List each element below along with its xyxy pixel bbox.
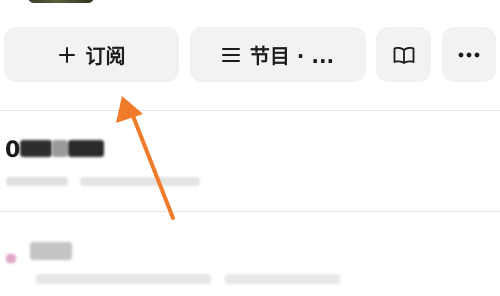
episode-meta-redacted — [225, 274, 340, 284]
episode-title-redacted — [30, 242, 72, 260]
episode-title-redacted — [20, 140, 52, 157]
subscribe-label: 订阅 — [85, 44, 126, 68]
more-button[interactable] — [442, 27, 496, 82]
episode-title-redacted — [68, 140, 104, 157]
book-icon — [393, 46, 415, 64]
episode-thumb-redacted — [6, 254, 16, 263]
book-button[interactable] — [376, 27, 431, 82]
podcast-action-bar: 订阅 节目 · ... — [4, 27, 496, 82]
episode-meta-redacted — [36, 274, 211, 284]
subscribe-button[interactable]: 订阅 — [4, 27, 179, 82]
episode-title-redacted — [52, 140, 68, 157]
episodes-button[interactable]: 节目 · ... — [190, 27, 366, 82]
episode-meta-redacted — [80, 177, 200, 186]
episode-list-item[interactable]: 0 — [0, 115, 500, 205]
list-icon — [221, 47, 240, 63]
section-divider — [0, 211, 500, 212]
section-divider — [0, 110, 500, 111]
more-dots-icon — [458, 52, 480, 58]
podcast-cover-thumbnail[interactable] — [28, 0, 94, 3]
episode-title-text: 0 — [5, 138, 21, 163]
episode-list-item[interactable] — [0, 216, 500, 296]
plus-icon — [58, 46, 76, 64]
episode-meta-redacted — [6, 177, 68, 186]
episodes-label: 节目 · ... — [249, 44, 335, 68]
